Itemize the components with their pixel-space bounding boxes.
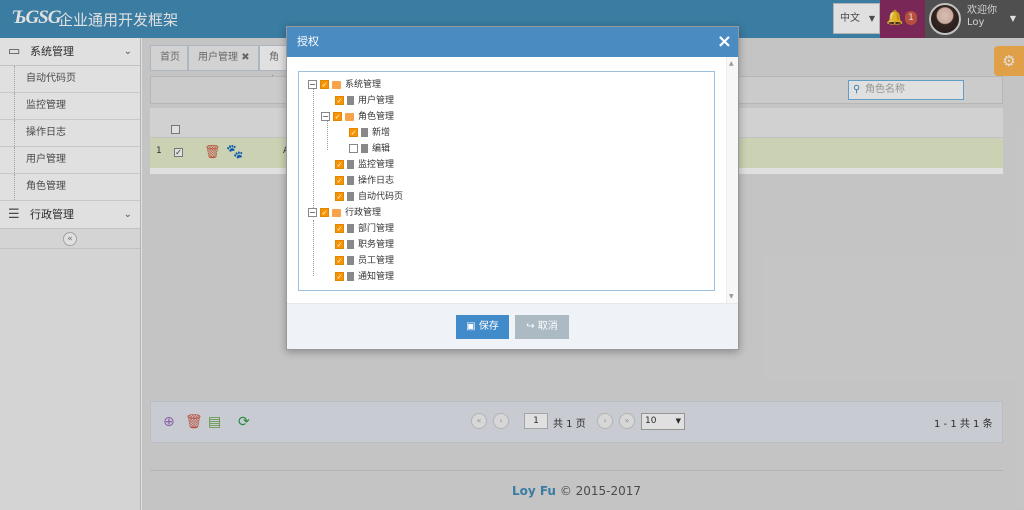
scroll-down-icon[interactable]: ▼ [729,293,734,300]
tree-node-admin[interactable]: − ✓ 行政管理 [308,206,381,220]
node-checkbox[interactable]: ✓ [320,208,329,217]
file-icon [361,144,368,153]
node-label: 编辑 [372,144,391,154]
node-label: 员工管理 [358,256,395,266]
folder-icon [345,112,354,121]
node-checkbox[interactable]: ✓ [335,176,344,185]
file-icon [347,176,354,185]
node-checkbox[interactable]: ✓ [349,128,358,137]
node-label: 系统管理 [345,80,382,90]
file-icon [347,224,354,233]
tree-node-autocode[interactable]: ✓ 自动代码页 [335,190,403,204]
node-label: 通知管理 [358,272,395,282]
node-label: 操作日志 [358,176,395,186]
node-label: 自动代码页 [358,192,404,202]
file-icon [347,96,354,105]
node-checkbox[interactable]: ✓ [333,112,342,121]
folder-icon [332,80,341,89]
node-label: 行政管理 [345,208,382,218]
tree-node-roles[interactable]: − ✓ 角色管理 [321,110,394,124]
node-label: 角色管理 [358,112,395,122]
file-icon [347,256,354,265]
tree-node-users[interactable]: ✓ 用户管理 [335,94,394,108]
node-label: 监控管理 [358,160,395,170]
dialog-scrollbar[interactable]: ▲ ▼ [726,57,738,303]
node-checkbox[interactable]: ✓ [335,96,344,105]
node-checkbox[interactable]: ✓ [335,224,344,233]
save-icon: ▣ [466,321,476,332]
node-checkbox[interactable] [349,144,358,153]
file-icon [347,160,354,169]
cancel-label: 取消 [537,321,558,332]
node-label: 新增 [372,128,391,138]
node-checkbox[interactable]: ✓ [335,272,344,281]
folder-icon [332,208,341,217]
scroll-up-icon[interactable]: ▲ [729,60,734,67]
tree-guide [313,88,314,212]
tree-node-oplog[interactable]: ✓ 操作日志 [335,174,394,188]
save-label: 保存 [478,321,499,332]
file-icon [361,128,368,137]
collapse-toggle[interactable]: − [308,80,317,89]
permission-tree: − ✓ 系统管理 ✓ 用户管理 − ✓ 角色管理 ✓ 新增 编辑 ✓ 监控管理 ✓ 操作日志 ✓… [298,71,715,291]
close-icon[interactable]: × [717,27,732,57]
tree-node-add[interactable]: ✓ 新增 [349,126,390,140]
tree-guide [313,220,314,276]
tree-node-monitor[interactable]: ✓ 监控管理 [335,158,394,172]
node-label: 职务管理 [358,240,395,250]
dialog-footer: ▣ 保存 ↪ 取消 [287,303,738,349]
collapse-toggle[interactable]: − [308,208,317,217]
tree-node-dept[interactable]: ✓ 部门管理 [335,222,394,236]
authorize-dialog: 授权 × − ✓ 系统管理 ✓ 用户管理 − ✓ 角色管理 ✓ 新增 编辑 ✓ 监控管理 ✓ 操作… [286,26,739,350]
file-icon [347,272,354,281]
tree-node-staff[interactable]: ✓ 员工管理 [335,254,394,268]
dialog-title: 授权 [297,35,319,48]
dialog-header: 授权 × [287,27,738,57]
node-checkbox[interactable]: ✓ [335,256,344,265]
dialog-body: − ✓ 系统管理 ✓ 用户管理 − ✓ 角色管理 ✓ 新增 编辑 ✓ 监控管理 ✓ 操作日志 ✓… [287,57,738,303]
tree-node-system[interactable]: − ✓ 系统管理 [308,78,381,92]
file-icon [347,240,354,249]
collapse-toggle[interactable]: − [321,112,330,121]
file-icon [347,192,354,201]
undo-icon: ↪ [526,321,535,332]
tree-guide [327,120,328,150]
tree-node-edit[interactable]: 编辑 [349,142,390,156]
node-checkbox[interactable]: ✓ [335,240,344,249]
tree-node-notice[interactable]: ✓ 通知管理 [335,270,394,284]
node-checkbox[interactable]: ✓ [335,160,344,169]
node-checkbox[interactable]: ✓ [320,80,329,89]
cancel-button[interactable]: ↪ 取消 [515,315,569,339]
node-label: 部门管理 [358,224,395,234]
save-button[interactable]: ▣ 保存 [456,315,509,339]
tree-node-position[interactable]: ✓ 职务管理 [335,238,394,252]
node-label: 用户管理 [358,96,395,106]
node-checkbox[interactable]: ✓ [335,192,344,201]
